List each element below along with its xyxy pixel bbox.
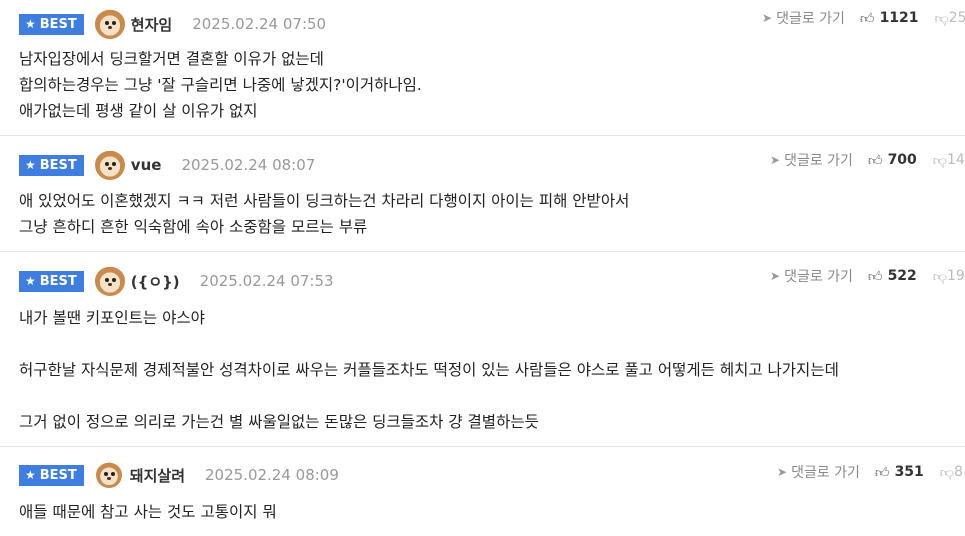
comment-line: 내가 볼땐 키포인트는 야스야 (19, 309, 205, 327)
avatar[interactable] (95, 462, 122, 488)
comment-item: ★ BEST 돼지살려 2025.02.24 08:09 ➤ 댓글로 가기 👍︎ 35… (0, 447, 965, 536)
thumbs-up-icon: 👍︎ (867, 268, 883, 285)
avatar[interactable] (94, 9, 125, 39)
nickname[interactable]: vue (131, 156, 162, 174)
thumbs-up-icon: 👍︎ (874, 464, 890, 481)
dislike-button[interactable]: 👎︎ 19 (933, 268, 965, 285)
avatar[interactable] (94, 150, 125, 180)
like-button[interactable]: 👍︎ 522 (868, 268, 917, 285)
comment-actions: ➤ 댓글로 가기 👍︎ 351 👎︎ 8 (777, 462, 963, 482)
star-icon: ★ (25, 274, 36, 288)
comment-header: ★ BEST vue 2025.02.24 08:07 (19, 150, 315, 180)
comment-date: 2025.02.24 08:09 (205, 466, 339, 484)
best-label: BEST (39, 16, 77, 32)
comment-date: 2025.02.24 07:53 (199, 272, 334, 290)
comment-line: 그거 없이 정으로 의리로 가는건 별 싸울일없는 돈많은 딩크들조차 걍 결별… (19, 413, 539, 431)
thumbs-down-icon: 👎︎ (939, 464, 955, 481)
comment-date: 2025.02.24 07:50 (192, 15, 327, 33)
dislike-count: 19 (947, 268, 965, 284)
dislike-button[interactable]: 👎︎ 8 (940, 464, 963, 481)
comment-actions: ➤ 댓글로 가기 👍︎ 522 👎︎ 19 (770, 266, 965, 286)
best-label: BEST (39, 467, 77, 483)
avatar[interactable] (94, 266, 125, 296)
best-label: BEST (39, 157, 77, 173)
dislike-button[interactable]: 👎︎ 14 (933, 152, 965, 169)
comment-body: 내가 볼땐 키포인트는 야스야 허구한날 자식문제 경제적불안 성격차이로 싸우… (19, 305, 839, 435)
go-to-reply-button[interactable]: ➤ 댓글로 가기 (770, 150, 853, 170)
dislike-count: 8 (954, 464, 963, 480)
comment-line: 애 있었어도 이혼했겠지 ㅋㅋ 저런 사람들이 딩크하는건 차라리 다행이지 아… (19, 192, 630, 210)
comment-line: 애가없는데 평생 같이 살 이유가 없지 (19, 102, 258, 120)
go-to-reply-button[interactable]: ➤ 댓글로 가기 (777, 462, 860, 482)
thumbs-up-icon: 👍︎ (859, 10, 875, 27)
nickname[interactable]: 돼지살려 (130, 465, 185, 486)
comment-body: 애들 때문에 참고 사는 것도 고통이지 뭐 (19, 499, 277, 525)
like-button[interactable]: 👍︎ 700 (868, 152, 917, 169)
comment-item: ★ BEST vue 2025.02.24 08:07 ➤ 댓글로 가기 👍︎ 700… (0, 136, 965, 252)
like-count: 700 (887, 152, 917, 168)
go-to-reply-label: 댓글로 가기 (791, 465, 860, 481)
go-to-reply-button[interactable]: ➤ 댓글로 가기 (762, 8, 845, 28)
nickname[interactable]: 현자임 (131, 14, 172, 35)
like-count: 351 (894, 464, 924, 480)
best-badge: ★ BEST (19, 270, 84, 292)
comment-actions: ➤ 댓글로 가기 👍︎ 1121 👎︎ 25 (762, 8, 965, 28)
like-button[interactable]: 👍︎ 351 (875, 464, 924, 481)
comment-header: ★ BEST 현자임 2025.02.24 07:50 (19, 9, 326, 39)
thumbs-down-icon: 👎︎ (932, 268, 948, 285)
comment-header: ★ BEST 돼지살려 2025.02.24 08:09 (19, 462, 339, 488)
arrow-icon: ➤ (762, 11, 773, 25)
thumbs-down-icon: 👎︎ (934, 10, 949, 27)
comment-date: 2025.02.24 08:07 (181, 156, 316, 174)
best-badge: ★ BEST (19, 464, 84, 486)
arrow-icon: ➤ (777, 465, 788, 479)
star-icon: ★ (25, 468, 36, 482)
best-badge: ★ BEST (19, 154, 84, 176)
best-badge: ★ BEST (19, 13, 84, 35)
thumbs-down-icon: 👎︎ (932, 152, 948, 169)
nickname[interactable]: ({ㅇ}) (131, 271, 180, 292)
thumbs-up-icon: 👍︎ (867, 152, 883, 169)
star-icon: ★ (25, 158, 36, 172)
comment-item: ★ BEST ({ㅇ}) 2025.02.24 07:53 ➤ 댓글로 가기 👍︎ 5… (0, 252, 965, 447)
go-to-reply-label: 댓글로 가기 (784, 269, 853, 285)
arrow-icon: ➤ (770, 153, 781, 167)
comment-line: 그냥 흔하디 흔한 익숙함에 속아 소중함을 모르는 부류 (19, 218, 368, 236)
comment-item: ★ BEST 현자임 2025.02.24 07:50 ➤ 댓글로 가기 👍︎ 112… (0, 0, 965, 136)
comment-body: 남자입장에서 딩크할거면 결혼할 이유가 없는데 합의하는경우는 그냥 '잘 구… (19, 46, 422, 124)
dislike-button[interactable]: 👎︎ 25 (935, 10, 965, 27)
go-to-reply-label: 댓글로 가기 (784, 153, 853, 169)
arrow-icon: ➤ (770, 269, 781, 283)
dislike-count: 25 (948, 10, 965, 26)
dislike-count: 14 (947, 152, 965, 168)
go-to-reply-button[interactable]: ➤ 댓글로 가기 (770, 266, 853, 286)
go-to-reply-label: 댓글로 가기 (776, 11, 845, 27)
best-label: BEST (39, 273, 77, 289)
comment-line: 애들 때문에 참고 사는 것도 고통이지 뭐 (19, 503, 277, 521)
comment-actions: ➤ 댓글로 가기 👍︎ 700 👎︎ 14 (770, 150, 965, 170)
comment-line: 합의하는경우는 그냥 '잘 구슬리면 나중에 낳겠지?'이거하나임. (19, 76, 422, 94)
comment-line: 허구한날 자식문제 경제적불안 성격차이로 싸우는 커플들조차도 떡정이 있는 … (19, 361, 839, 379)
comment-header: ★ BEST ({ㅇ}) 2025.02.24 07:53 (19, 266, 334, 296)
like-count: 522 (887, 268, 917, 284)
comment-body: 애 있었어도 이혼했겠지 ㅋㅋ 저런 사람들이 딩크하는건 차라리 다행이지 아… (19, 188, 629, 240)
star-icon: ★ (25, 17, 36, 31)
comment-line: 남자입장에서 딩크할거면 결혼할 이유가 없는데 (19, 50, 324, 68)
like-count: 1121 (879, 10, 919, 26)
like-button[interactable]: 👍︎ 1121 (860, 10, 919, 27)
